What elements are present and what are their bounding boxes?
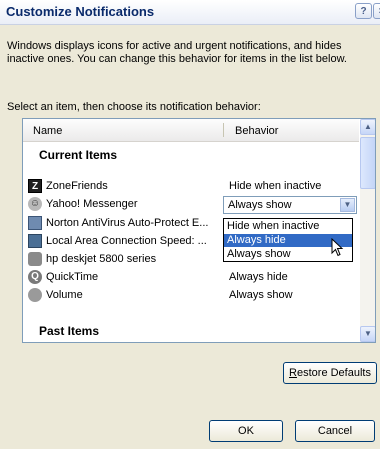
list-header: Name Behavior bbox=[23, 119, 359, 142]
current-items-heading: Current Items bbox=[39, 148, 118, 162]
close-icon[interactable]: × bbox=[373, 3, 380, 19]
item-behavior[interactable]: Always hide bbox=[229, 271, 288, 283]
zone-icon: Z bbox=[28, 179, 42, 193]
mouse-cursor-icon bbox=[331, 238, 344, 257]
scroll-up-icon[interactable]: ▲ bbox=[360, 119, 375, 135]
column-divider[interactable] bbox=[223, 123, 224, 137]
shield-icon bbox=[28, 216, 42, 230]
item-name: Local Area Connection Speed: ... bbox=[46, 235, 207, 247]
list-item[interactable]: Z ZoneFriends Hide when inactive bbox=[23, 178, 359, 196]
vertical-scrollbar[interactable]: ▲ ▼ bbox=[360, 119, 375, 342]
quicktime-icon: Q bbox=[28, 270, 42, 284]
item-name: ZoneFriends bbox=[46, 180, 108, 192]
item-name: Yahoo! Messenger bbox=[46, 198, 138, 210]
column-header-name[interactable]: Name bbox=[33, 125, 62, 137]
combo-value: Always show bbox=[228, 199, 292, 211]
select-instruction: Select an item, then choose its notifica… bbox=[7, 101, 261, 113]
network-icon bbox=[28, 234, 42, 248]
past-items-heading: Past Items bbox=[39, 324, 100, 338]
list-item[interactable]: Q QuickTime Always hide bbox=[23, 269, 359, 287]
restore-label: estore Defaults bbox=[296, 367, 371, 379]
speaker-icon bbox=[28, 288, 42, 302]
cancel-button[interactable]: Cancel bbox=[295, 420, 375, 442]
column-header-behavior[interactable]: Behavior bbox=[235, 125, 278, 137]
item-name: QuickTime bbox=[46, 271, 99, 283]
intro-text: Windows displays icons for active and ur… bbox=[7, 40, 347, 65]
behavior-combo[interactable]: Always show ▼ bbox=[223, 196, 357, 214]
title-bar[interactable]: Customize Notifications ? × bbox=[0, 0, 380, 25]
chevron-down-icon[interactable]: ▼ bbox=[340, 198, 355, 212]
item-behavior[interactable]: Hide when inactive bbox=[229, 180, 321, 192]
scroll-thumb[interactable] bbox=[360, 137, 375, 189]
list-item[interactable]: Volume Always show bbox=[23, 287, 359, 305]
scroll-down-icon[interactable]: ▼ bbox=[360, 326, 375, 342]
restore-accelerator: R bbox=[289, 367, 297, 379]
item-name: hp deskjet 5800 series bbox=[46, 253, 157, 265]
help-icon[interactable]: ? bbox=[355, 3, 372, 19]
list-item-selected[interactable]: ☺ Yahoo! Messenger Always show ▼ bbox=[23, 196, 359, 214]
item-name: Volume bbox=[46, 289, 83, 301]
printer-icon bbox=[28, 252, 42, 266]
item-behavior[interactable]: Always show bbox=[229, 289, 293, 301]
item-name: Norton AntiVirus Auto-Protect E... bbox=[46, 217, 209, 229]
dialog-title: Customize Notifications bbox=[6, 4, 155, 19]
ok-button[interactable]: OK bbox=[209, 420, 283, 442]
smiley-icon: ☺ bbox=[28, 197, 42, 211]
option-hide-when-inactive[interactable]: Hide when inactive bbox=[224, 220, 352, 233]
restore-defaults-button[interactable]: Restore Defaults bbox=[283, 362, 377, 384]
